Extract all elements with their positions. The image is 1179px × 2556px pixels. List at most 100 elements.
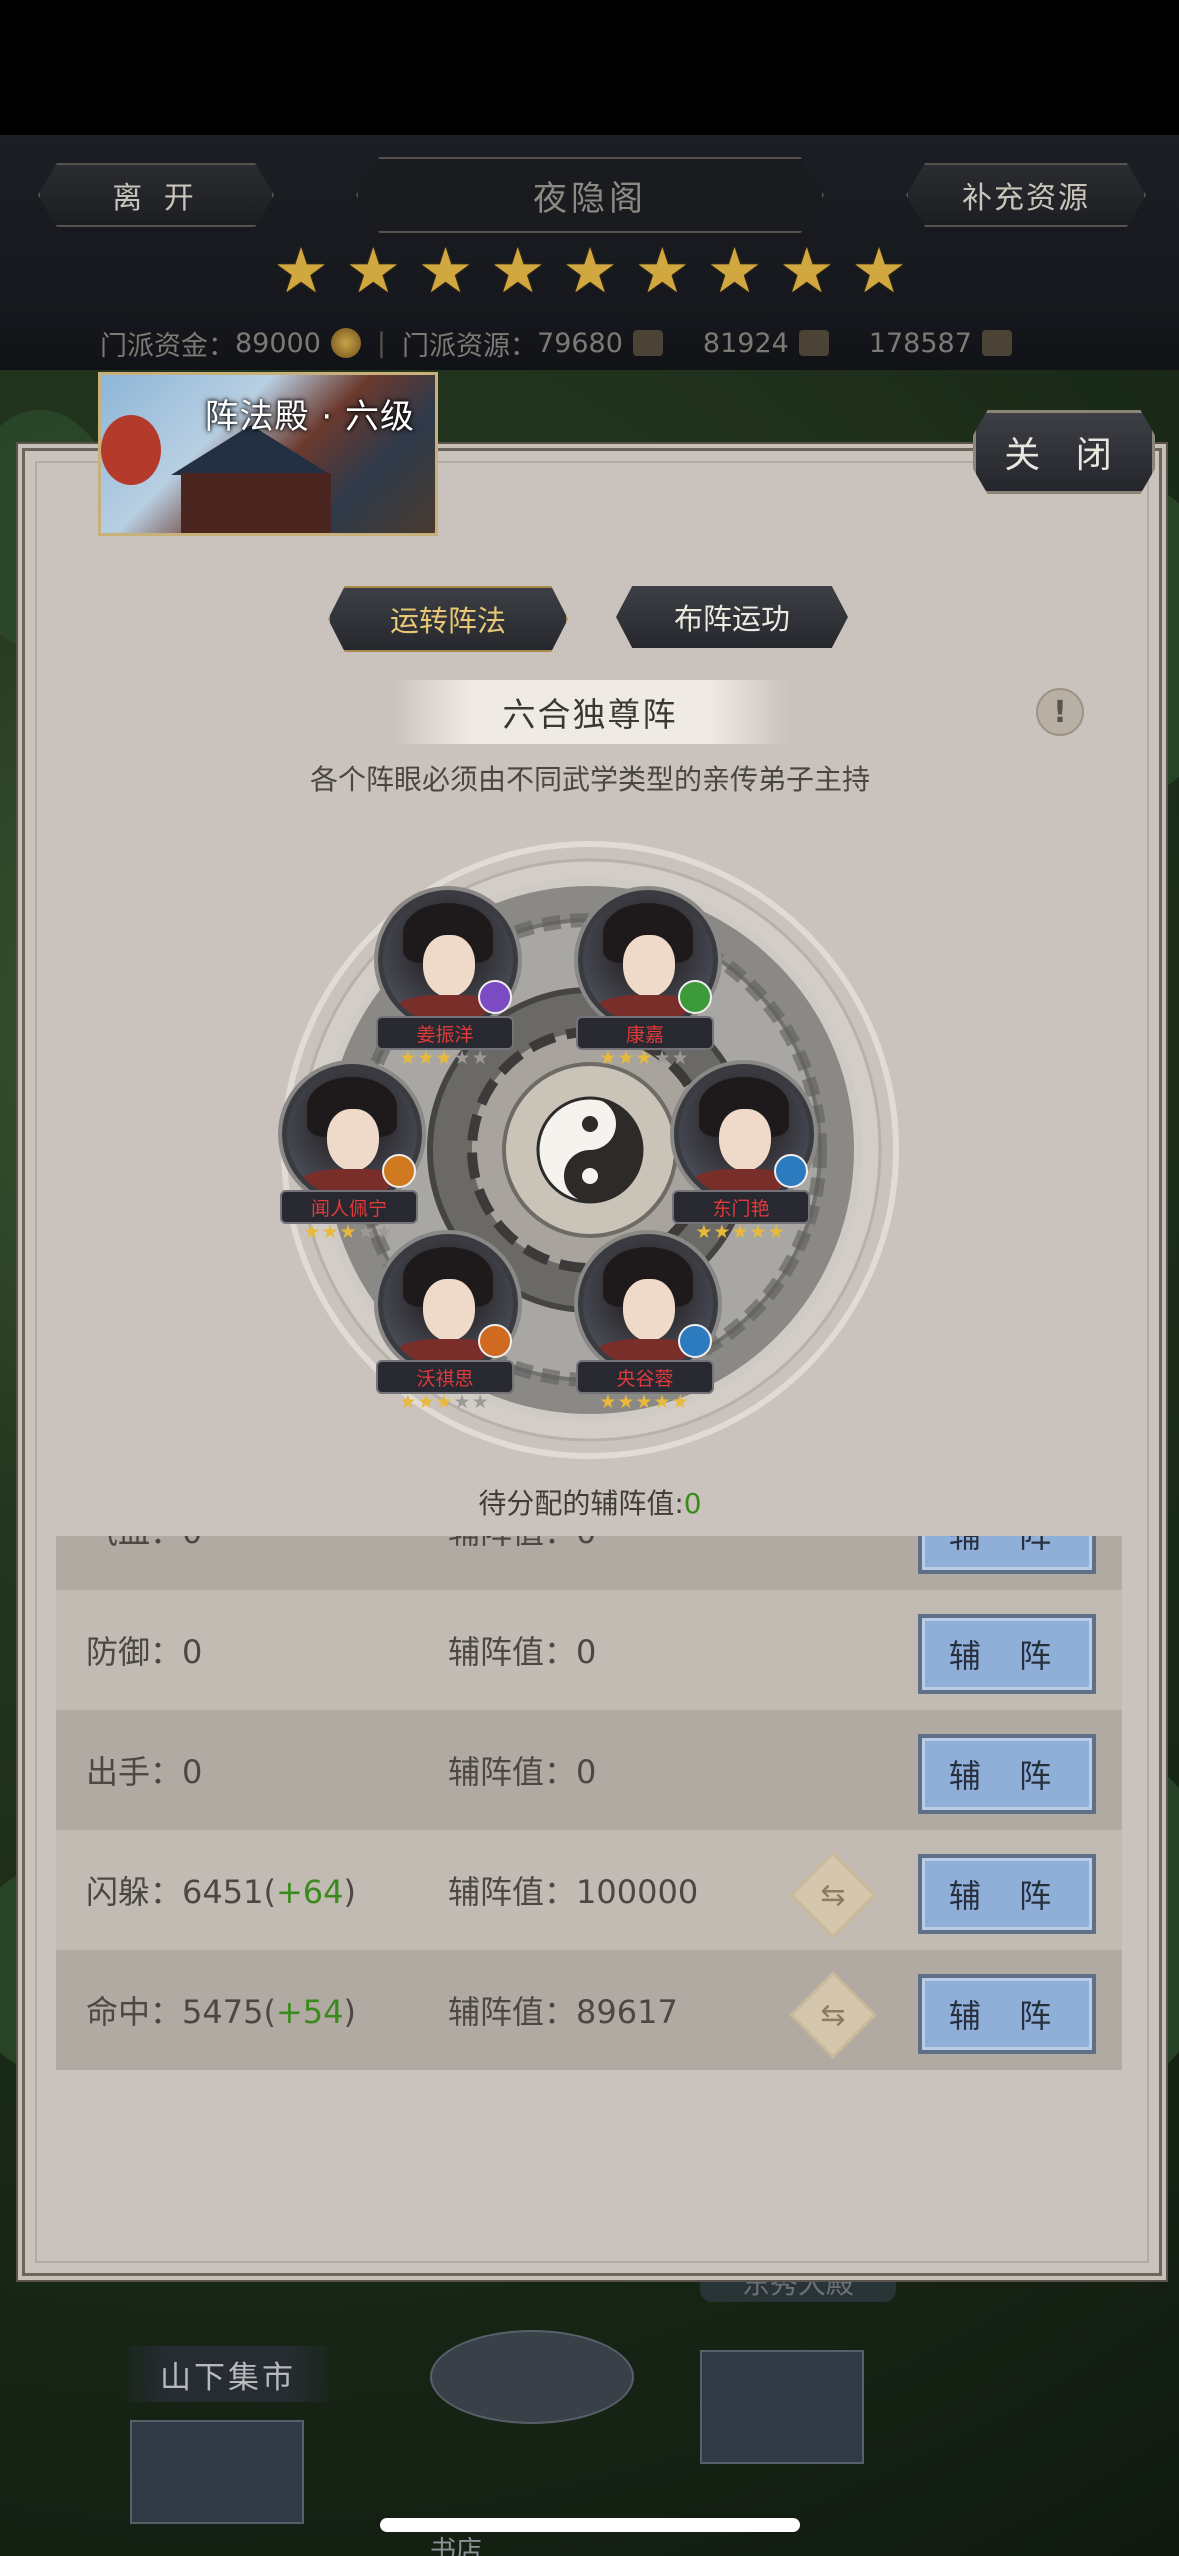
martial-type-icon: [774, 1154, 808, 1188]
assist-value: 辅阵值：0: [448, 1753, 597, 1791]
divider: |: [376, 327, 387, 359]
pending-value: 0: [683, 1487, 702, 1520]
hero-name: 康嘉: [576, 1016, 714, 1050]
star-empty-icon: ★: [453, 1391, 471, 1413]
star-filled-icon: ★: [303, 1221, 321, 1243]
star-filled-icon: ★: [617, 1047, 635, 1069]
star-filled-icon: ★: [599, 1391, 617, 1413]
gold-star-icon: ★: [851, 234, 907, 307]
hero-name: 东门艳: [672, 1190, 810, 1224]
hero-name: 闻人佩宁: [280, 1190, 418, 1224]
gold-star-icon: ★: [417, 234, 474, 307]
star-filled-icon: ★: [435, 1391, 453, 1413]
assist-button[interactable]: 辅 阵: [918, 1614, 1096, 1694]
assist-value: 辅阵值：0: [448, 1633, 597, 1671]
tab-deploy-formation[interactable]: 布阵运功: [616, 586, 848, 648]
gold-star-icon: ★: [273, 234, 329, 307]
wood-icon: [798, 330, 829, 356]
star-filled-icon: ★: [339, 1221, 357, 1243]
resource3-value: 178587: [868, 327, 972, 359]
stat-label: 出手：0: [86, 1753, 203, 1791]
rating-stars: ★ ★ ★ ★ ★ ★ ★ ★ ★: [270, 240, 910, 310]
resources-value: 79680: [537, 327, 623, 359]
stat-label: 气血：0: [86, 1536, 202, 1553]
stat-label: 闪躲：6451(+64): [86, 1873, 356, 1911]
stat-row: 出手：0 辅阵值：0 辅 阵: [56, 1710, 1122, 1830]
star-filled-icon: ★: [749, 1221, 767, 1243]
star-filled-icon: ★: [435, 1047, 453, 1069]
swap-icon[interactable]: ⇆: [789, 1851, 877, 1939]
pending-assist-points: 待分配的辅阵值:0: [300, 1482, 880, 1522]
gold-star-icon: ★: [634, 234, 691, 307]
star-filled-icon: ★: [635, 1047, 653, 1069]
formation-name: 六合独尊阵: [392, 680, 788, 744]
assist-button[interactable]: 辅 阵: [918, 1974, 1096, 2054]
formation-slot[interactable]: 姜振洋 ★ ★ ★ ★ ★: [368, 890, 518, 1080]
assist-button[interactable]: 辅 阵: [918, 1536, 1096, 1574]
star-filled-icon: ★: [731, 1221, 749, 1243]
location-title: 夜隐阁: [356, 157, 824, 233]
top-hud: 离 开 夜隐阁 补充资源 ★ ★ ★ ★ ★ ★ ★ ★ ★ 门派资金： 89000 | 门派资…: [0, 135, 1179, 372]
funds-value: 89000: [235, 327, 321, 359]
red-tree-image: [101, 415, 161, 485]
bookstore-label[interactable]: 书店: [406, 2530, 506, 2556]
martial-type-icon: [478, 1324, 512, 1358]
info-icon[interactable]: !: [1036, 688, 1084, 736]
star-empty-icon: ★: [453, 1047, 471, 1069]
resources-bar: 门派资金： 89000 | 门派资源： 79680 81924 178587: [100, 323, 1100, 363]
home-indicator[interactable]: [380, 2518, 800, 2532]
panel-title: 阵法殿 · 六级: [204, 397, 415, 437]
formation-slot[interactable]: 康嘉 ★ ★ ★ ★ ★: [568, 890, 718, 1080]
martial-type-icon: [478, 980, 512, 1014]
star-filled-icon: ★: [617, 1391, 635, 1413]
star-filled-icon: ★: [321, 1221, 339, 1243]
formation-slot[interactable]: 央谷蓉 ★ ★ ★ ★ ★: [568, 1234, 718, 1424]
stat-row: 气血：0 辅阵值：0 辅 阵: [56, 1536, 1122, 1590]
star-filled-icon: ★: [671, 1391, 689, 1413]
formation-wheel: 姜振洋 ★ ★ ★ ★ ★ 康嘉 ★ ★ ★ ★ ★ 闻人佩宁 ★ ★ ★ ★ ★ 东门艳 ★ ★ ★ ★ ★ 沃祺思 ★ ★ ★ ★ ★…: [272, 832, 908, 1468]
assist-button[interactable]: 辅 阵: [918, 1854, 1096, 1934]
hero-name: 沃祺思: [376, 1360, 514, 1394]
hall-building-image: [181, 473, 331, 533]
formation-slot[interactable]: 沃祺思 ★ ★ ★ ★ ★: [368, 1234, 518, 1424]
formation-slot[interactable]: 闻人佩宁 ★ ★ ★ ★ ★: [272, 1064, 422, 1254]
coin-icon: [330, 328, 361, 358]
formation-slot[interactable]: 东门艳 ★ ★ ★ ★ ★: [664, 1064, 814, 1254]
star-filled-icon: ★: [653, 1391, 671, 1413]
iron-icon: [981, 330, 1012, 356]
replenish-button[interactable]: 补充资源: [906, 163, 1146, 227]
star-filled-icon: ★: [417, 1391, 435, 1413]
funds-label: 门派资金：: [100, 330, 235, 362]
swap-icon[interactable]: ⇆: [789, 1971, 877, 2059]
star-filled-icon: ★: [635, 1391, 653, 1413]
assist-value: 辅阵值：100000: [448, 1873, 699, 1911]
hero-stars: ★ ★ ★ ★ ★: [382, 1392, 506, 1412]
star-filled-icon: ★: [767, 1221, 785, 1243]
gold-star-icon: ★: [706, 234, 763, 307]
gold-star-icon: ★: [778, 234, 835, 307]
stat-row: 防御：0 辅阵值：0 辅 阵: [56, 1590, 1122, 1710]
stats-list[interactable]: 气血：0辅阵值：0辅 阵防御：0辅阵值：0辅 阵出手：0辅阵值：0辅 阵闪躲：6…: [56, 1536, 1122, 2082]
stat-row: 闪躲：6451(+64) 辅阵值：100000 ⇆ 辅 阵: [56, 1830, 1122, 1950]
status-bar: [0, 0, 1179, 135]
tab-run-formation[interactable]: 运转阵法: [328, 586, 568, 652]
assist-value: 辅阵值：0: [448, 1536, 596, 1553]
martial-type-icon: [382, 1154, 416, 1188]
leave-button[interactable]: 离 开: [38, 163, 274, 227]
market-label[interactable]: 山下集市: [128, 2346, 328, 2402]
hero-name: 央谷蓉: [576, 1360, 714, 1394]
close-button[interactable]: 关 闭: [973, 410, 1155, 494]
ore-icon: [632, 330, 663, 356]
assist-button[interactable]: 辅 阵: [918, 1734, 1096, 1814]
hero-stars: ★ ★ ★ ★ ★: [582, 1392, 706, 1412]
star-filled-icon: ★: [399, 1391, 417, 1413]
stat-bonus: +54: [275, 1993, 344, 2031]
star-empty-icon: ★: [471, 1391, 489, 1413]
formation-description: 各个阵眼必须由不同武学类型的亲传弟子主持: [309, 763, 870, 796]
stat-label: 命中：5475(+54): [86, 1993, 356, 2031]
star-filled-icon: ★: [599, 1047, 617, 1069]
gold-star-icon: ★: [562, 234, 618, 307]
stat-label: 防御：0: [86, 1633, 203, 1671]
star-empty-icon: ★: [471, 1047, 489, 1069]
gold-star-icon: ★: [489, 234, 546, 307]
